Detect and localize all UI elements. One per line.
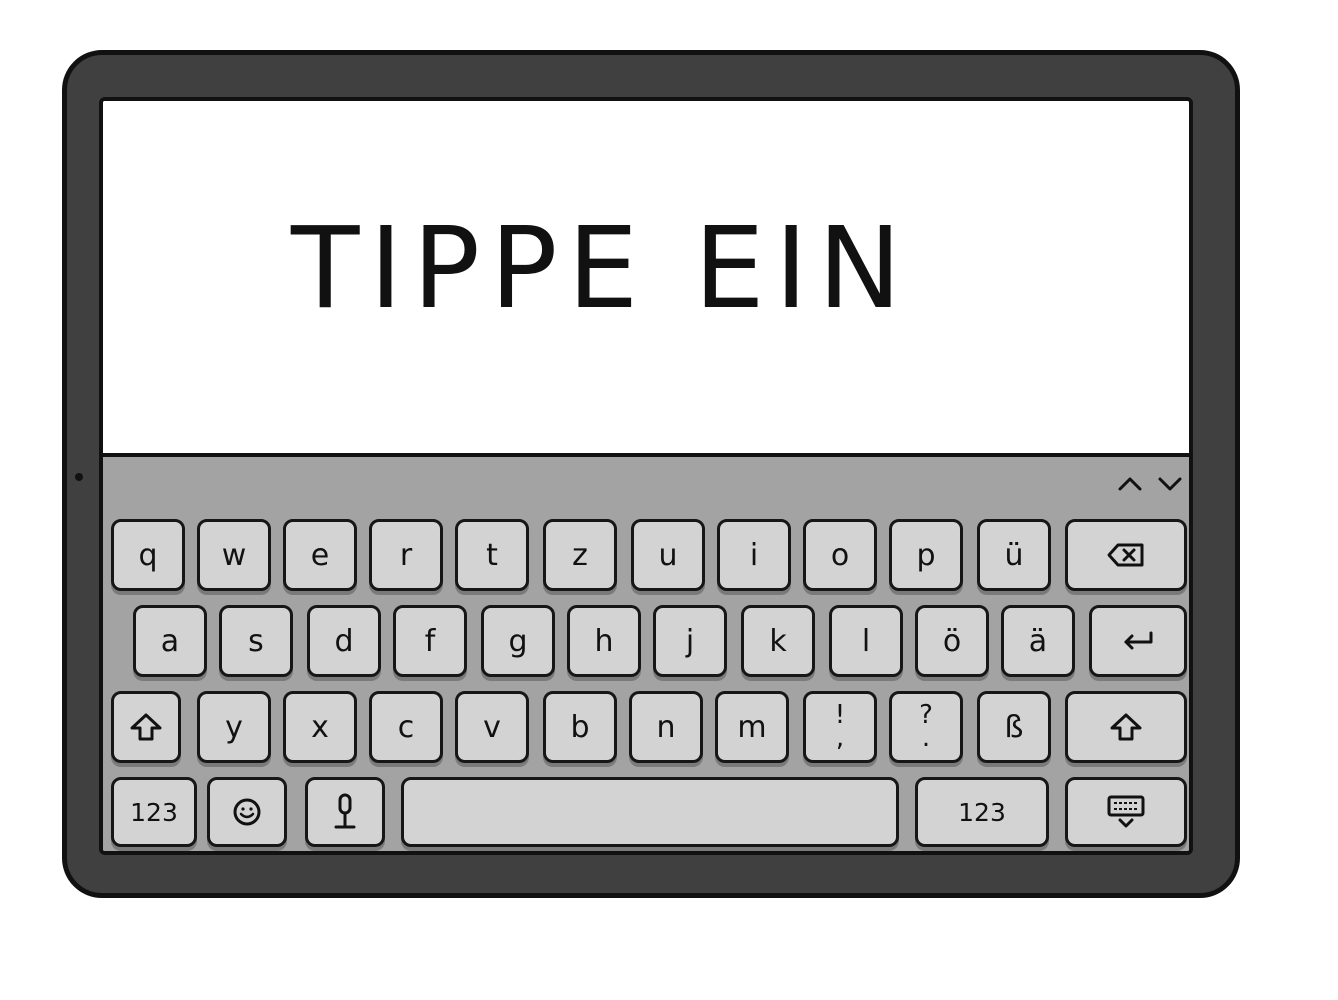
- key-u[interactable]: u: [631, 519, 705, 591]
- hide-keyboard-key[interactable]: [1065, 777, 1187, 847]
- return-key[interactable]: [1089, 605, 1187, 677]
- key-a[interactable]: a: [133, 605, 207, 677]
- chevron-down-icon[interactable]: [1157, 473, 1183, 495]
- text-input-area[interactable]: TIPPE EIN: [103, 101, 1189, 457]
- key-exclamation-comma[interactable]: ! ,: [803, 691, 877, 763]
- key-h[interactable]: h: [567, 605, 641, 677]
- numbers-right-key[interactable]: 123: [915, 777, 1049, 847]
- key-bottom-label: .: [921, 723, 931, 753]
- chevron-up-icon[interactable]: [1117, 473, 1143, 495]
- camera-dot: [75, 473, 83, 481]
- key-y[interactable]: y: [197, 691, 271, 763]
- key-bottom-label: ,: [835, 723, 845, 753]
- key-j[interactable]: j: [653, 605, 727, 677]
- backspace-key[interactable]: [1065, 519, 1187, 591]
- key-v[interactable]: v: [455, 691, 529, 763]
- keyboard-nav-arrows: [1117, 473, 1183, 495]
- shift-icon: [1110, 713, 1142, 741]
- hide-keyboard-icon: [1107, 795, 1145, 828]
- tablet-screen: TIPPE EIN q w e r t z u i o p ü a s d f …: [99, 97, 1193, 855]
- backspace-icon: [1107, 543, 1144, 567]
- key-n[interactable]: n: [629, 691, 703, 763]
- space-bar[interactable]: [401, 777, 899, 847]
- key-c[interactable]: c: [369, 691, 443, 763]
- emoji-icon: [233, 798, 261, 826]
- key-s[interactable]: s: [219, 605, 293, 677]
- microphone-key[interactable]: [305, 777, 385, 847]
- key-k[interactable]: k: [741, 605, 815, 677]
- key-t[interactable]: t: [455, 519, 529, 591]
- key-m[interactable]: m: [715, 691, 789, 763]
- shift-right-key[interactable]: [1065, 691, 1187, 763]
- key-ue[interactable]: ü: [977, 519, 1051, 591]
- key-q[interactable]: q: [111, 519, 185, 591]
- return-icon: [1124, 631, 1153, 650]
- microphone-icon: [334, 793, 356, 829]
- key-o[interactable]: o: [803, 519, 877, 591]
- key-z[interactable]: z: [543, 519, 617, 591]
- on-screen-keyboard: q w e r t z u i o p ü a s d f g h j k l …: [103, 457, 1189, 851]
- key-b[interactable]: b: [543, 691, 617, 763]
- key-p[interactable]: p: [889, 519, 963, 591]
- typed-text: TIPPE EIN: [291, 204, 912, 334]
- emoji-key[interactable]: [207, 777, 287, 847]
- key-x[interactable]: x: [283, 691, 357, 763]
- key-w[interactable]: w: [197, 519, 271, 591]
- key-g[interactable]: g: [481, 605, 555, 677]
- key-f[interactable]: f: [393, 605, 467, 677]
- key-ae[interactable]: ä: [1001, 605, 1075, 677]
- key-oe[interactable]: ö: [915, 605, 989, 677]
- key-sz[interactable]: ß: [977, 691, 1051, 763]
- key-question-period[interactable]: ? .: [889, 691, 963, 763]
- tablet-frame: TIPPE EIN q w e r t z u i o p ü a s d f …: [62, 50, 1240, 898]
- key-l[interactable]: l: [829, 605, 903, 677]
- key-d[interactable]: d: [307, 605, 381, 677]
- key-r[interactable]: r: [369, 519, 443, 591]
- numbers-left-key[interactable]: 123: [111, 777, 197, 847]
- shift-icon: [130, 713, 162, 741]
- key-e[interactable]: e: [283, 519, 357, 591]
- shift-left-key[interactable]: [111, 691, 181, 763]
- key-i[interactable]: i: [717, 519, 791, 591]
